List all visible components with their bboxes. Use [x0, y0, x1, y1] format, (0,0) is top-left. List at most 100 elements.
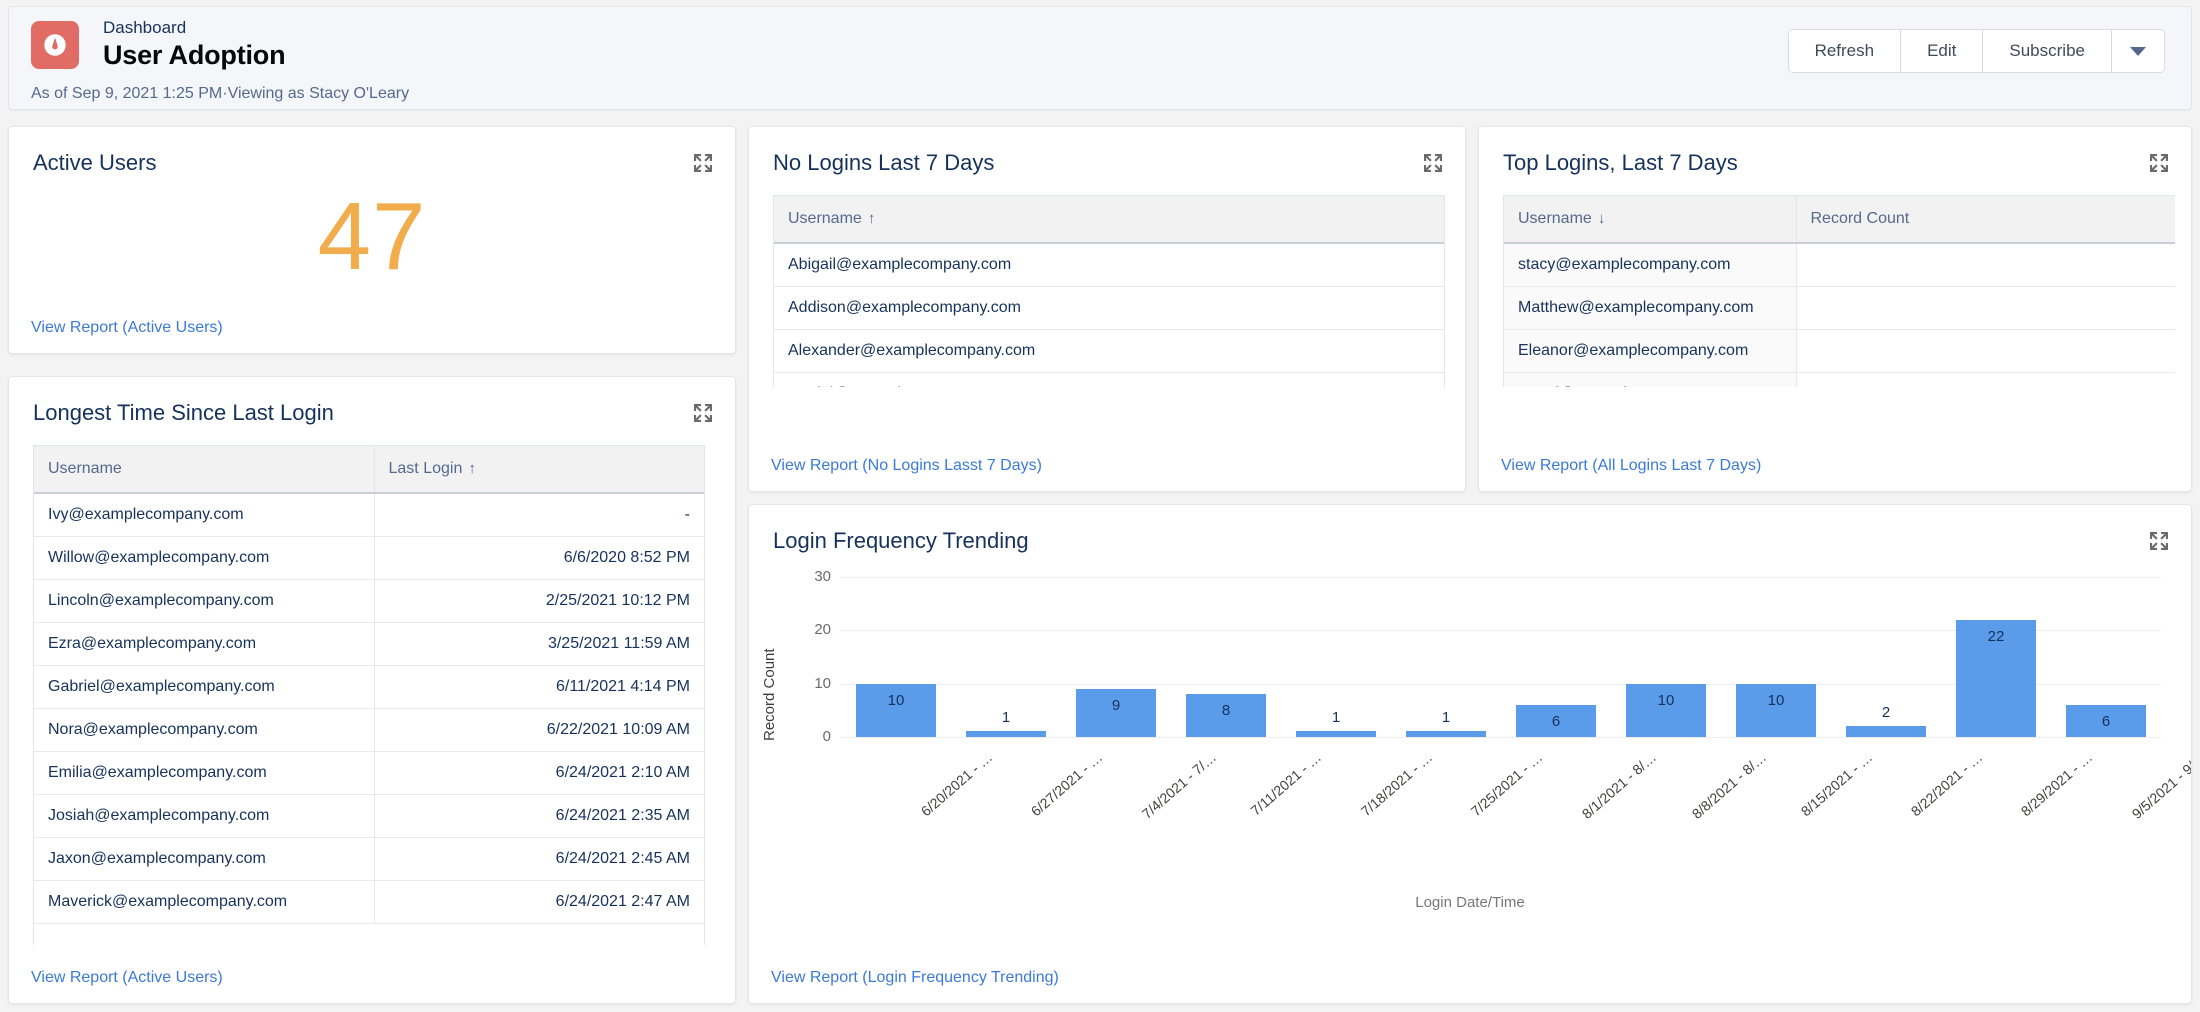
table-row[interactable]: stacy@examplecompany.com9: [1504, 243, 2175, 287]
cell-username: Matthew@examplecompany.com: [1504, 286, 1797, 330]
expand-icon[interactable]: [1423, 153, 1443, 173]
chart-x-axis-title: Login Date/Time: [1415, 894, 1525, 911]
table-row[interactable]: Lincoln@examplecompany.com 2/25/2021 10:1…: [34, 579, 704, 623]
table-header-row: Username ↑: [774, 195, 1444, 244]
table-header-row: Username ↓ Record Count: [1504, 195, 2175, 244]
chart-bar-value-label: 1: [1001, 709, 1011, 726]
chart-x-tick-label: 8/1/2021 - 8/…: [1578, 749, 1660, 822]
table-row[interactable]: Nora@examplecompany.com 6/22/2021 10:09 A…: [34, 708, 704, 752]
table-row[interactable]: Willow@examplecompany.com 6/6/2020 8:52 P…: [34, 536, 704, 580]
table-row[interactable]: Eleanor@examplecompany.com6: [1504, 329, 2175, 373]
chart-bar[interactable]: [1406, 731, 1486, 737]
cell-username: Josiah@examplecompany.com: [34, 794, 375, 838]
dashboard-status-text: As of Sep 9, 2021 1:25 PM·Viewing as Sta…: [31, 85, 410, 102]
header-action-group: Refresh Edit Subscribe: [1787, 29, 2165, 73]
cell-username: Abigail@examplecompany.com: [774, 243, 1444, 287]
bar-chart: Record Count 0 10 20 30 10 1 9 8 1 1 6 10 10 2 22 6 6/2…: [749, 563, 2191, 943]
chart-bar-value-label: 10: [887, 691, 905, 709]
view-report-link-top-logins-last-7-days[interactable]: View Report (All Logins Last 7 Days): [1501, 457, 1761, 475]
card-title-login-frequency-trending: Login Frequency Trending: [773, 528, 1029, 553]
expand-icon[interactable]: [2149, 153, 2169, 173]
table-row[interactable]: Addison@examplecompany.com: [774, 286, 1444, 330]
chart-y-tick-label: 30: [814, 568, 831, 585]
table-row[interactable]: Emilia@examplecompany.com 6/24/2021 2:10 …: [34, 751, 704, 795]
table-row[interactable]: Hazel@examplecompany.com2: [1504, 372, 2175, 387]
cell-last-login: 6/24/2021 2:45 AM: [374, 837, 704, 881]
cell-username: Eleanor@examplecompany.com: [1504, 329, 1797, 373]
chart-x-tick-labels: 6/20/2021 - … 6/27/2021 - … 7/4/2021 - 7/……: [841, 743, 2191, 863]
cell-username: Ezra@examplecompany.com: [34, 622, 375, 666]
sort-ascending-icon: ↑: [468, 460, 476, 477]
view-report-link-no-logins-last-7-days[interactable]: View Report (No Logins Lasst 7 Days): [771, 457, 1042, 475]
cell-record-count: 6: [1796, 286, 2175, 330]
cell-last-login: 6/24/2021 2:10 AM: [374, 751, 704, 795]
table-header-row: Username Last Login ↑: [34, 445, 704, 494]
cell-username: Nora@examplecompany.com: [34, 708, 375, 752]
chart-x-tick-label: 8/8/2021 - 8/…: [1688, 749, 1770, 822]
table-row[interactable]: Matthew@examplecompany.com6: [1504, 286, 2175, 330]
table-longest-time-since-last-login: Username Last Login ↑ Ivy@examplecompany.…: [33, 445, 705, 945]
table-row[interactable]: Alexander@examplecompany.com: [774, 329, 1444, 373]
expand-icon[interactable]: [693, 153, 713, 173]
column-header-username[interactable]: Username: [34, 445, 375, 494]
more-actions-button[interactable]: [2112, 30, 2164, 72]
card-title-active-users: Active Users: [33, 150, 157, 175]
expand-icon[interactable]: [2149, 531, 2169, 551]
breadcrumb: Dashboard: [103, 18, 187, 37]
column-header-username[interactable]: Username ↓: [1504, 195, 1797, 244]
cell-record-count: 9: [1796, 243, 2175, 287]
page-title: User Adoption: [103, 40, 286, 70]
cell-username: Addison@examplecompany.com: [774, 286, 1444, 330]
dashboard-gauge-icon: [31, 21, 79, 69]
chart-x-tick-label: 7/25/2021 - …: [1467, 749, 1546, 820]
card-title-top-logins-last-7-days: Top Logins, Last 7 Days: [1503, 150, 1738, 175]
table-row[interactable]: Abigail@examplecompany.com: [774, 243, 1444, 287]
cell-username: Emilia@examplecompany.com: [34, 751, 375, 795]
cell-last-login: 6/24/2021 2:47 AM: [374, 880, 704, 924]
chart-bar-value-label: 9: [1111, 697, 1121, 714]
chart-bar-value-label: 8: [1221, 702, 1231, 720]
chart-bar-value-label: 2: [1881, 704, 1891, 722]
expand-icon[interactable]: [693, 403, 713, 423]
chart-x-tick-label: 7/18/2021 - …: [1357, 749, 1436, 820]
table-row[interactable]: Josiah@examplecompany.com 6/24/2021 2:35 …: [34, 794, 704, 838]
cell-record-count: 2: [1796, 372, 2175, 387]
chart-bar-value-label: 1: [1441, 709, 1451, 726]
chart-bar-value-label: 6: [2101, 713, 2111, 730]
column-header-record-count[interactable]: Record Count: [1796, 195, 2175, 244]
chart-y-tick-label: 10: [814, 674, 831, 692]
cell-username: Lincoln@examplecompany.com: [34, 579, 375, 623]
subscribe-button[interactable]: Subscribe: [1983, 30, 2112, 72]
table-row[interactable]: Daniel@examplecompany.com: [774, 372, 1444, 387]
table-row[interactable]: Jaxon@examplecompany.com 6/24/2021 2:45 A…: [34, 837, 704, 881]
edit-button[interactable]: Edit: [1901, 30, 1984, 72]
table-row[interactable]: Gabriel@examplecompany.com 6/11/2021 4:14…: [34, 665, 704, 709]
sort-ascending-icon: ↑: [867, 210, 876, 227]
refresh-button[interactable]: Refresh: [1788, 30, 1902, 72]
chart-bar[interactable]: [1846, 726, 1926, 737]
card-active-users: Active Users 47 View Report (Active User…: [8, 126, 736, 354]
chart-bar-value-label: 22: [1987, 627, 2005, 645]
card-title-longest-time-since-last-login: Longest Time Since Last Login: [33, 400, 334, 425]
chart-y-tick-label: 0: [822, 728, 831, 745]
chart-plot-area: 0 10 20 30 10 1 9 8 1 1 6 10 10 2 22 6: [814, 568, 2161, 745]
table-row[interactable]: Ivy@examplecompany.com -: [34, 493, 704, 537]
chart-x-tick-label: 8/29/2021 - …: [2017, 749, 2096, 820]
chart-y-tick-label: 20: [814, 621, 831, 639]
chart-x-tick-label: 7/4/2021 - 7/…: [1138, 749, 1220, 822]
table-row[interactable]: Maverick@examplecompany.com 6/24/2021 2:4…: [34, 880, 704, 924]
view-report-link-longest-time-since-last-login[interactable]: View Report (Active Users): [31, 969, 223, 987]
chart-bar-value-label: 10: [1657, 691, 1675, 709]
active-users-metric: 47: [317, 183, 427, 290]
chart-x-tick-label: 6/20/2021 - …: [917, 749, 996, 820]
column-header-last-login[interactable]: Last Login ↑: [374, 445, 704, 494]
table-row[interactable]: Ezra@examplecompany.com 3/25/2021 11:59 A…: [34, 622, 704, 666]
view-report-link-active-users[interactable]: View Report (Active Users): [31, 319, 223, 337]
column-header-username[interactable]: Username ↑: [774, 195, 1444, 244]
cell-username: Alexander@examplecompany.com: [774, 329, 1444, 373]
view-report-link-login-frequency-trending[interactable]: View Report (Login Frequency Trending): [771, 969, 1059, 987]
cell-last-login: 2/25/2021 10:12 PM: [374, 579, 704, 623]
chart-bar[interactable]: [1296, 731, 1376, 737]
chart-x-tick-label: 9/5/2021 - 9/…: [2128, 749, 2192, 822]
chart-bar[interactable]: [966, 731, 1046, 737]
